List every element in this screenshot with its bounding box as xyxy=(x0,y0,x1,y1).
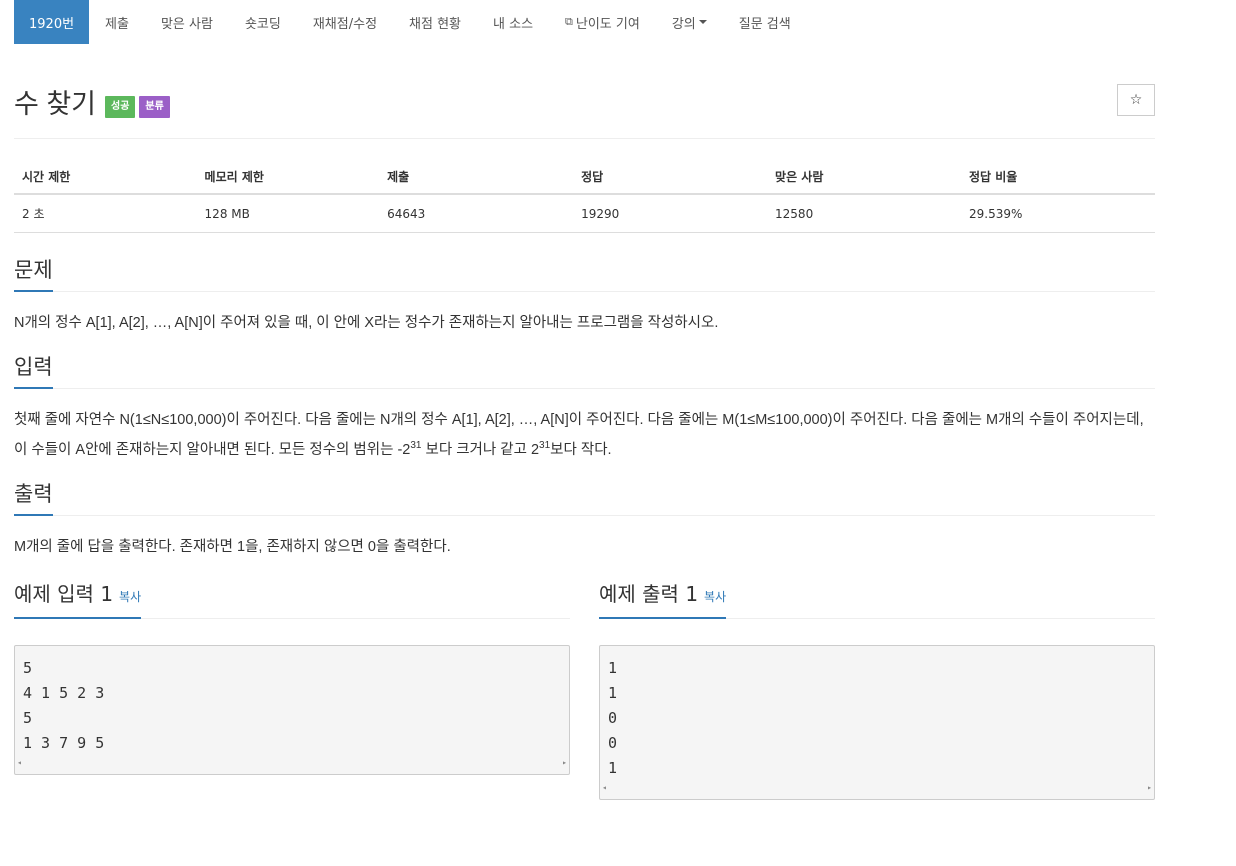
favorite-button[interactable]: ☆ xyxy=(1117,84,1155,116)
tab-lectures[interactable]: 강의 xyxy=(656,0,723,44)
tab-question-search[interactable]: 질문 검색 xyxy=(723,0,807,44)
page: 1920번 제출 맞은 사람 숏코딩 재채점/수정 채점 현황 내 소스 ⧉ 난이… xyxy=(14,0,1155,800)
table-row: 2 초 128 MB 64643 19290 12580 29.539% xyxy=(14,194,1155,233)
table-header-row: 시간 제한 메모리 제한 제출 정답 맞은 사람 정답 비율 xyxy=(14,158,1155,195)
tab-submit[interactable]: 제출 xyxy=(89,0,145,44)
problem-description: N개의 정수 A[1], A[2], …, A[N]이 주어져 있을 때, 이 … xyxy=(14,315,719,331)
tab-solvers[interactable]: 맞은 사람 xyxy=(145,0,229,44)
header-solvers: 맞은 사람 xyxy=(767,158,961,195)
horizontal-scrollbar[interactable]: ◂ ▸ xyxy=(602,781,1152,793)
caret-down-icon xyxy=(698,20,707,24)
tab-short-coding[interactable]: 숏코딩 xyxy=(229,0,297,44)
tab-rejudge[interactable]: 재채점/수정 xyxy=(297,0,393,44)
sample-output-heading: 예제 출력 1 복사 xyxy=(599,580,727,619)
badges: 성공 분류 xyxy=(105,96,170,118)
tab-problem[interactable]: 1920번 xyxy=(14,0,90,44)
header-submissions: 제출 xyxy=(379,158,574,195)
copy-output-button[interactable]: 복사 xyxy=(704,590,726,604)
problem-section: 문제 N개의 정수 A[1], A[2], …, A[N]이 주어져 있을 때,… xyxy=(14,255,1155,338)
problem-menu: 1920번 제출 맞은 사람 숏코딩 재채점/수정 채점 현황 내 소스 ⧉ 난이… xyxy=(14,0,1155,44)
samples: 예제 입력 1 복사 5 4 1 5 2 3 5 1 3 7 9 5 ◂ ▸ 예제 … xyxy=(14,582,1155,800)
tab-status[interactable]: 채점 현황 xyxy=(393,0,477,44)
tab-difficulty[interactable]: ⧉ 난이도 기여 xyxy=(549,0,656,44)
ratio-value: 29.539% xyxy=(961,194,1155,233)
time-limit-value: 2 초 xyxy=(14,194,197,233)
tab-my-source[interactable]: 내 소스 xyxy=(477,0,549,44)
output-heading: 출력 xyxy=(14,480,53,516)
header-memory-limit: 메모리 제한 xyxy=(196,158,380,195)
submissions-value: 64643 xyxy=(379,194,574,233)
problem-info-table: 시간 제한 메모리 제한 제출 정답 맞은 사람 정답 비율 2 초 128 M… xyxy=(14,158,1155,233)
copy-input-button[interactable]: 복사 xyxy=(119,590,141,604)
input-section: 입력 첫째 줄에 자연수 N(1≤N≤100,000)이 주어진다. 다음 줄에… xyxy=(14,352,1155,465)
category-badge[interactable]: 분류 xyxy=(139,96,170,118)
solvers-value: 12580 xyxy=(767,194,961,233)
sample-input-code[interactable]: 5 4 1 5 2 3 5 1 3 7 9 5 ◂ ▸ xyxy=(14,645,570,775)
problem-title: 수 찾기 xyxy=(14,89,97,119)
sample-output: 예제 출력 1 복사 1 1 0 0 1 ◂ ▸ xyxy=(599,582,1155,800)
success-badge[interactable]: 성공 xyxy=(105,96,136,118)
accepted-value: 19290 xyxy=(573,194,768,233)
star-icon: ☆ xyxy=(1129,92,1143,108)
header-accepted: 정답 xyxy=(573,158,768,195)
scroll-left-icon[interactable]: ◂ xyxy=(602,775,607,800)
scroll-right-icon[interactable]: ▸ xyxy=(1147,775,1152,800)
header-time-limit: 시간 제한 xyxy=(14,158,197,195)
sample-output-code[interactable]: 1 1 0 0 1 ◂ ▸ xyxy=(599,645,1155,800)
output-description: M개의 줄에 답을 출력한다. 존재하면 1을, 존재하지 않으면 0을 출력한… xyxy=(14,539,451,555)
output-section: 출력 M개의 줄에 답을 출력한다. 존재하면 1을, 존재하지 않으면 0을 … xyxy=(14,479,1155,562)
sample-input: 예제 입력 1 복사 5 4 1 5 2 3 5 1 3 7 9 5 ◂ ▸ xyxy=(14,582,570,800)
scroll-left-icon[interactable]: ◂ xyxy=(17,750,22,775)
title-row: 수 찾기 성공 분류 ☆ xyxy=(14,44,1155,139)
input-description: 첫째 줄에 자연수 N(1≤N≤100,000)이 주어진다. 다음 줄에는 N… xyxy=(14,412,1144,458)
header-ratio: 정답 비율 xyxy=(961,158,1155,195)
memory-limit-value: 128 MB xyxy=(196,194,380,233)
horizontal-scrollbar[interactable]: ◂ ▸ xyxy=(17,756,567,768)
sample-input-heading: 예제 입력 1 복사 xyxy=(14,580,142,619)
scroll-right-icon[interactable]: ▸ xyxy=(562,750,567,775)
problem-heading: 문제 xyxy=(14,256,53,292)
input-heading: 입력 xyxy=(14,353,53,389)
external-link-icon: ⧉ xyxy=(565,15,573,28)
